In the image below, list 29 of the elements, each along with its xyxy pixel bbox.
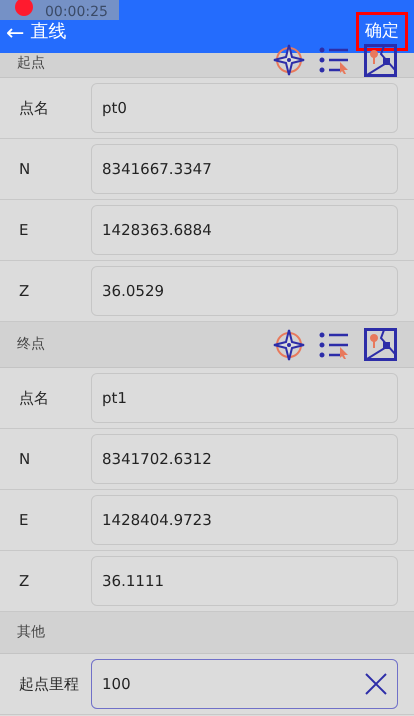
section-title: 起点	[17, 54, 46, 73]
input-field[interactable]: 36.1111	[91, 556, 398, 606]
map-pin-icon[interactable]	[364, 44, 397, 76]
field-label: Z	[19, 280, 30, 302]
field-label: 起点里程	[19, 674, 80, 695]
input-field[interactable]: 1428363.6884	[91, 205, 398, 255]
input-field[interactable]: 1428404.9723	[91, 495, 398, 545]
map-pin-icon[interactable]	[364, 328, 397, 361]
screen-title: 直线	[30, 20, 68, 44]
crosshair-star-icon[interactable]	[272, 43, 306, 77]
field-label: 点名	[19, 98, 50, 119]
input-field[interactable]: 100	[91, 659, 398, 709]
field-label: E	[19, 220, 30, 241]
section-title: 其他	[17, 623, 46, 642]
field-label: N	[19, 448, 32, 470]
back-button[interactable]: ←	[6, 23, 24, 45]
clear-icon[interactable]	[365, 673, 387, 695]
field-label: 点名	[19, 388, 50, 409]
recording-time: 00:00:25	[45, 5, 108, 19]
crosshair-star-icon[interactable]	[272, 328, 306, 362]
field-label: E	[19, 510, 30, 531]
input-field[interactable]: pt1	[91, 373, 398, 423]
input-field[interactable]: 8341702.6312	[91, 434, 398, 484]
section-title: 终点	[17, 335, 46, 354]
input-field[interactable]: 8341667.3347	[91, 144, 398, 194]
input-field[interactable]: pt0	[91, 83, 398, 133]
field-label: Z	[19, 570, 30, 592]
input-field[interactable]: 36.0529	[91, 266, 398, 316]
field-label: N	[19, 158, 32, 180]
